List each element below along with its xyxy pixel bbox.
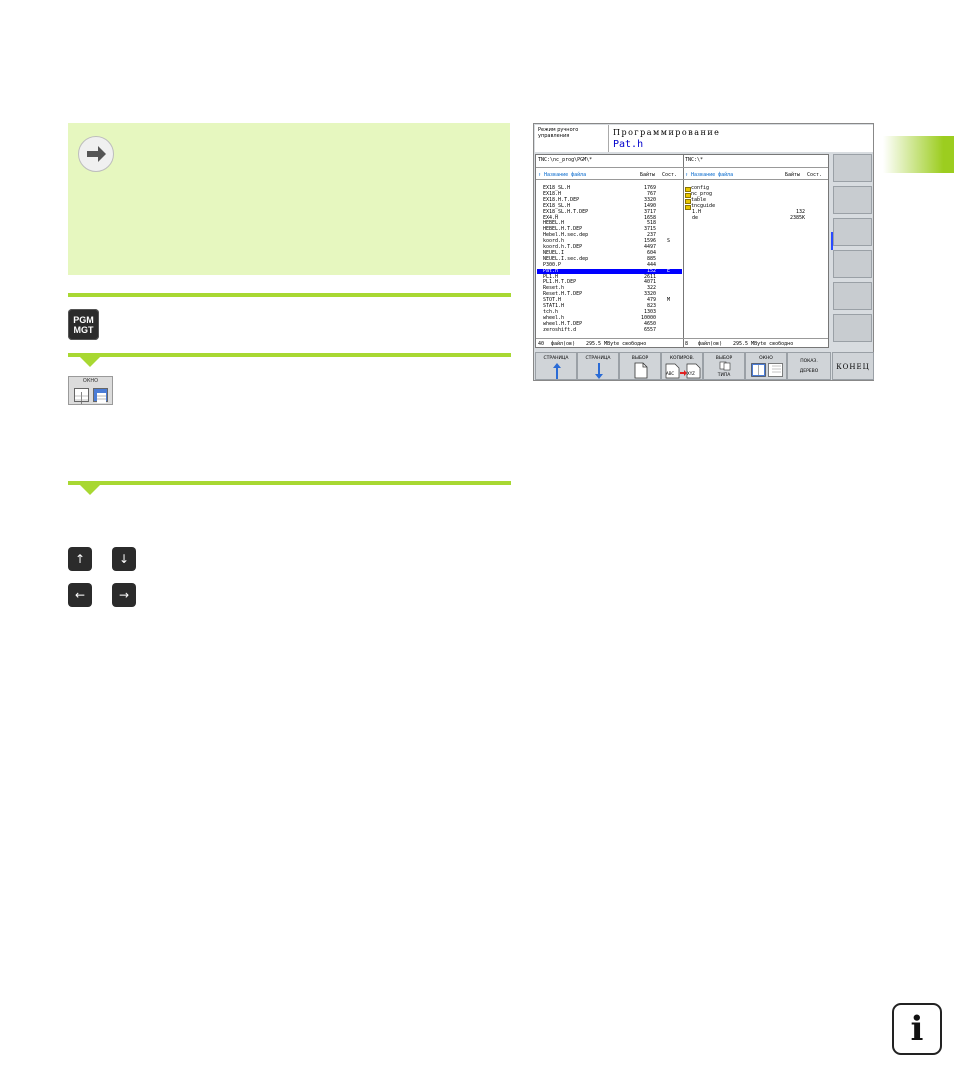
arrow-down-key[interactable]: ↓ — [112, 547, 136, 571]
document-icon — [634, 362, 648, 379]
info-icon: i — [892, 1003, 942, 1055]
left-file-pane[interactable]: TNC:\nc_prog\PGM\* ↑ Название файла Байт… — [536, 155, 684, 347]
section-divider — [68, 481, 511, 485]
step-down-arrow-icon — [80, 485, 100, 495]
page-up-label: СТРАНИЦА — [543, 356, 569, 361]
end-softkey[interactable]: КОНЕЦ — [832, 352, 874, 380]
left-header-size: Байты — [640, 172, 656, 178]
left-header-name[interactable]: ↑ Название файла — [538, 172, 586, 178]
page-down-label: СТРАНИЦА — [585, 356, 611, 361]
window-layout-icon — [751, 363, 783, 377]
arrow-right-key[interactable]: → — [112, 583, 136, 607]
split-window-icon — [74, 388, 89, 404]
divider — [536, 167, 683, 168]
step-down-arrow-icon — [80, 357, 100, 367]
right-header-status: Сост. — [807, 172, 823, 178]
pgm-key-line1: PGM — [73, 314, 94, 325]
section-divider — [68, 293, 511, 297]
vertical-softkey-bar — [833, 154, 873, 348]
arrow-right-icon — [78, 136, 114, 172]
right-status-count: 8 — [685, 341, 689, 347]
vertical-softkey-4[interactable] — [833, 250, 872, 278]
left-status-free: 295.5 MByte свободно — [586, 341, 647, 347]
copy-from-label: ABC — [666, 371, 675, 376]
right-status-text: файл(ов) — [698, 341, 723, 347]
file-name: zeroshift.d — [543, 326, 577, 333]
arrow-up-key[interactable]: ↑ — [68, 547, 92, 571]
chapter-tab — [883, 136, 954, 173]
operating-mode-label: Режим ручного управления — [535, 125, 609, 152]
sort-arrow-icon: ↑ — [685, 172, 689, 178]
left-pane-path: TNC:\nc_prog\PGM\* — [538, 157, 593, 163]
active-program-file: Pat.h — [613, 139, 644, 150]
arrow-right-icon: → — [118, 588, 130, 602]
softkey-bar: СТРАНИЦА СТРАНИЦА ВЫБОР КОПИРОВ. ABC XYZ… — [535, 352, 874, 380]
select-softkey[interactable]: ВЫБОР — [619, 352, 661, 380]
file-size: 6557 — [643, 326, 656, 333]
section-divider — [68, 353, 511, 357]
divider — [683, 179, 828, 180]
divider — [683, 167, 828, 168]
program-mode-title: Программирование — [613, 128, 721, 137]
program-header: Программирование Pat.h — [609, 125, 873, 152]
right-pane-path: TNC:\* — [685, 157, 704, 163]
right-status-free: 295.5 MByte свободно — [733, 341, 794, 347]
arrow-down-icon — [595, 363, 603, 379]
arrow-left-icon: ← — [74, 588, 86, 602]
page-up-softkey[interactable]: СТРАНИЦА — [535, 352, 577, 380]
vertical-softkey-1[interactable] — [833, 154, 872, 182]
vertical-softkey-5[interactable] — [833, 282, 872, 310]
file-name: de — [692, 214, 699, 221]
select-label: ВЫБОР — [631, 356, 649, 361]
right-header-size: Байты — [785, 172, 801, 178]
window-soft-key-label: ОКНО — [82, 378, 99, 384]
right-header-name[interactable]: ↑ Название файла — [685, 172, 733, 178]
pgm-key-line2: MGT — [73, 324, 94, 335]
left-status-count: 40 — [538, 341, 545, 347]
window-softkey[interactable]: ОКНО — [745, 352, 787, 380]
page-down-softkey[interactable]: СТРАНИЦА — [577, 352, 619, 380]
copy-label: КОПИРОВ. — [669, 356, 695, 361]
note-box — [68, 123, 510, 275]
divider — [683, 338, 828, 339]
right-file-pane[interactable]: TNC:\* ↑ Название файла Байты Сост. conf… — [683, 155, 828, 347]
header-name-label: Название файла — [691, 172, 734, 178]
vertical-softkey-3[interactable] — [833, 218, 872, 246]
arrow-up-icon — [553, 363, 561, 379]
file-row[interactable]: de 2385K — [684, 214, 827, 222]
vertical-softkey-6[interactable] — [833, 314, 872, 342]
show-tree-label-1: ПОКАЗ. — [800, 359, 818, 364]
file-size: 2385K — [789, 214, 805, 221]
divider — [536, 338, 683, 339]
select-type-label-2: ТИПА — [717, 373, 731, 378]
select-type-softkey[interactable]: ВЫБОР ТИПА — [703, 352, 745, 380]
arrow-down-icon: ↓ — [118, 552, 130, 566]
copy-to-label: XYZ — [687, 371, 695, 376]
arrow-up-icon: ↑ — [74, 552, 86, 566]
show-tree-softkey[interactable]: ПОКАЗ. ДЕРЕВО — [787, 352, 831, 380]
file-manager: TNC:\nc_prog\PGM\* ↑ Название файла Байт… — [535, 154, 829, 348]
left-header-status: Сост. — [662, 172, 678, 178]
show-tree-label-2: ДЕРЕВО — [799, 369, 819, 374]
copy-softkey[interactable]: КОПИРОВ. ABC XYZ — [661, 352, 703, 380]
file-row[interactable]: zeroshift.d 6557 — [537, 326, 682, 334]
header-name-label: Название файла — [544, 172, 587, 178]
window-label: ОКНО — [759, 356, 773, 361]
single-window-icon — [93, 388, 108, 403]
left-status-text: файл(ов) — [551, 341, 576, 347]
divider — [536, 179, 683, 180]
tnc-screen: Режим ручного управления Программировани… — [533, 123, 874, 381]
vertical-softkey-2[interactable] — [833, 186, 872, 214]
sort-arrow-icon: ↑ — [538, 172, 542, 178]
pgm-mgt-key[interactable]: PGM MGT — [68, 309, 99, 340]
window-soft-key[interactable]: ОКНО — [68, 376, 113, 405]
arrow-left-key[interactable]: ← — [68, 583, 92, 607]
file-types-icon — [719, 361, 731, 371]
